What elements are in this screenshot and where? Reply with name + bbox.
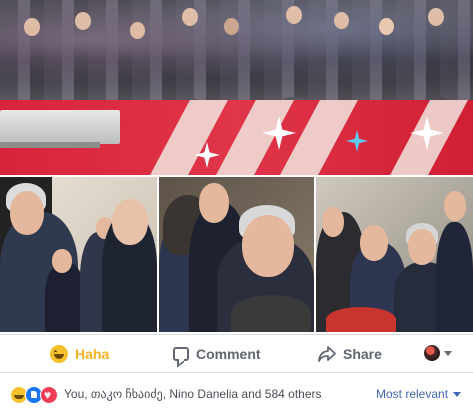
haha-reaction-button[interactable]: Haha: [50, 335, 109, 373]
comment-label: Comment: [196, 346, 261, 362]
action-bar: Haha Comment Share: [0, 334, 473, 373]
love-icon: [40, 386, 58, 404]
reactions-summary: You, თაკო ჩხაიძე, Nino Danelia and 584 o…: [0, 372, 473, 416]
haha-label: Haha: [75, 346, 110, 362]
reactions-summary-text[interactable]: You, თაკო ჩხაიძე, Nino Danelia and 584 o…: [64, 387, 322, 401]
share-button[interactable]: Share: [318, 335, 382, 373]
chevron-down-icon: [444, 350, 452, 356]
photo-thumbnail-1[interactable]: [0, 177, 157, 332]
comment-sort-dropdown[interactable]: Most relevant: [376, 387, 462, 401]
camera-rig: [0, 110, 120, 148]
haha-icon: [50, 345, 68, 363]
main-photo[interactable]: [0, 0, 473, 175]
avatar: [424, 345, 440, 361]
sort-label: Most relevant: [376, 387, 449, 401]
share-icon: [318, 346, 336, 362]
profile-selector[interactable]: [424, 345, 452, 361]
comment-button[interactable]: Comment: [173, 335, 261, 373]
glass-reflection: [0, 0, 473, 100]
chevron-down-icon: [453, 391, 462, 397]
photo-thumbnail-3[interactable]: [316, 177, 473, 332]
star-shape: [346, 130, 368, 152]
comment-icon: [173, 347, 189, 361]
photo-thumbnail-2[interactable]: [159, 177, 314, 332]
share-label: Share: [343, 346, 382, 362]
reaction-icons[interactable]: [10, 386, 58, 404]
